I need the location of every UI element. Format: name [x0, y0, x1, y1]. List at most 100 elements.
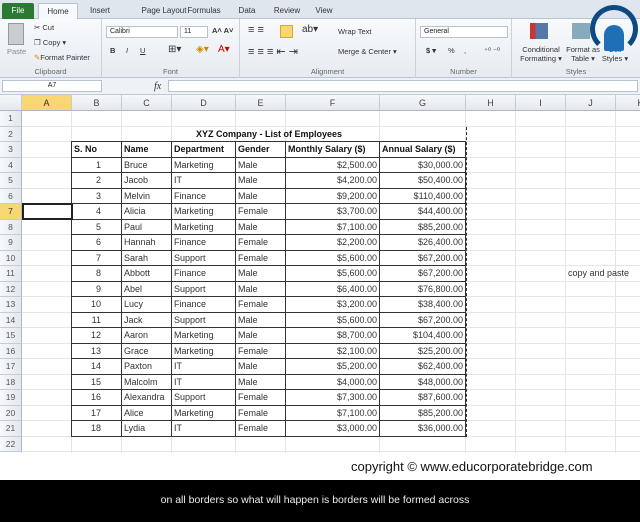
- bold-button[interactable]: B: [110, 46, 115, 55]
- table-cell[interactable]: $2,200.00: [285, 234, 380, 251]
- header-cell[interactable]: Annual Salary ($): [379, 141, 466, 158]
- row-header-19[interactable]: 19: [0, 390, 22, 406]
- column-header-C[interactable]: C: [122, 95, 172, 111]
- table-cell[interactable]: IT: [171, 358, 236, 375]
- table-cell[interactable]: Female: [235, 203, 286, 220]
- table-cell[interactable]: 10: [71, 296, 122, 313]
- table-cell[interactable]: Female: [235, 296, 286, 313]
- table-cell[interactable]: 14: [71, 358, 122, 375]
- table-cell[interactable]: $7,100.00: [285, 404, 380, 421]
- table-cell[interactable]: $9,200.00: [285, 187, 380, 204]
- table-cell[interactable]: Marketing: [171, 327, 236, 344]
- cut-button[interactable]: ✂ Cut: [34, 23, 54, 32]
- row-header-4[interactable]: 4: [0, 157, 22, 173]
- row-header-21[interactable]: 21: [0, 421, 22, 437]
- tab-file[interactable]: File: [2, 3, 34, 19]
- table-cell[interactable]: Bruce: [121, 156, 172, 173]
- table-cell[interactable]: Male: [235, 280, 286, 297]
- table-cell[interactable]: IT: [171, 373, 236, 390]
- table-cell[interactable]: Female: [235, 420, 286, 437]
- column-header-H[interactable]: H: [466, 95, 516, 111]
- table-cell[interactable]: $36,000.00: [379, 420, 466, 437]
- table-cell[interactable]: Paul: [121, 218, 172, 235]
- font-name-select[interactable]: Calibri: [106, 26, 178, 38]
- currency-button[interactable]: $ ▾: [426, 46, 436, 55]
- column-header-E[interactable]: E: [236, 95, 286, 111]
- row-header-12[interactable]: 12: [0, 281, 22, 297]
- table-cell[interactable]: Male: [235, 358, 286, 375]
- table-cell[interactable]: 6: [71, 234, 122, 251]
- underline-button[interactable]: U: [140, 46, 145, 55]
- column-header-D[interactable]: D: [172, 95, 236, 111]
- table-cell[interactable]: 8: [71, 265, 122, 282]
- note-cell[interactable]: copy and paste: [566, 266, 640, 282]
- spreadsheet-grid[interactable]: ABCDEFGHIJK12345678910111213141516171819…: [0, 95, 640, 453]
- table-cell[interactable]: $50,400.00: [379, 172, 466, 189]
- table-cell[interactable]: $4,200.00: [285, 172, 380, 189]
- wrap-text-button[interactable]: Wrap Text: [338, 27, 372, 36]
- table-cell[interactable]: Marketing: [171, 404, 236, 421]
- table-cell[interactable]: $2,500.00: [285, 156, 380, 173]
- table-cell[interactable]: $110,400.00: [379, 187, 466, 204]
- table-cell[interactable]: Support: [171, 311, 236, 328]
- table-cell[interactable]: $3,000.00: [285, 420, 380, 437]
- table-cell[interactable]: $67,200.00: [379, 311, 466, 328]
- tab-formulas[interactable]: Formulas: [180, 3, 228, 19]
- row-header-7[interactable]: 7: [0, 204, 22, 220]
- merge-center-button[interactable]: Merge & Center ▾: [338, 47, 397, 56]
- italic-button[interactable]: I: [126, 46, 128, 55]
- table-cell[interactable]: $3,200.00: [285, 296, 380, 313]
- tab-home[interactable]: Home: [38, 3, 78, 19]
- row-header-16[interactable]: 16: [0, 343, 22, 359]
- header-cell[interactable]: S. No: [71, 141, 122, 158]
- column-header-K[interactable]: K: [616, 95, 640, 111]
- row-header-6[interactable]: 6: [0, 188, 22, 204]
- table-cell[interactable]: Lucy: [121, 296, 172, 313]
- table-cell[interactable]: $104,400.00: [379, 327, 466, 344]
- table-cell[interactable]: IT: [171, 420, 236, 437]
- conditional-formatting-button[interactable]: Conditional Formatting ▾: [516, 45, 566, 63]
- column-header-B[interactable]: B: [72, 95, 122, 111]
- table-cell[interactable]: 9: [71, 280, 122, 297]
- table-cell[interactable]: $5,600.00: [285, 249, 380, 266]
- row-header-8[interactable]: 8: [0, 219, 22, 235]
- tab-view[interactable]: View: [308, 3, 340, 19]
- table-cell[interactable]: 2: [71, 172, 122, 189]
- table-cell[interactable]: $2,100.00: [285, 342, 380, 359]
- table-cell[interactable]: Aaron: [121, 327, 172, 344]
- column-header-A[interactable]: A: [22, 95, 72, 111]
- table-cell[interactable]: 4: [71, 203, 122, 220]
- row-header-10[interactable]: 10: [0, 250, 22, 266]
- table-cell[interactable]: Malcolm: [121, 373, 172, 390]
- table-cell[interactable]: $85,200.00: [379, 218, 466, 235]
- table-cell[interactable]: Lydia: [121, 420, 172, 437]
- column-header-J[interactable]: J: [566, 95, 616, 111]
- table-cell[interactable]: Abel: [121, 280, 172, 297]
- row-header-9[interactable]: 9: [0, 235, 22, 251]
- number-format-select[interactable]: General: [420, 26, 508, 38]
- table-cell[interactable]: $8,700.00: [285, 327, 380, 344]
- table-cell[interactable]: 12: [71, 327, 122, 344]
- paste-button[interactable]: Paste: [7, 47, 26, 56]
- copy-button[interactable]: ❐ Copy ▾: [34, 38, 66, 47]
- table-cell[interactable]: Paxton: [121, 358, 172, 375]
- table-cell[interactable]: Male: [235, 172, 286, 189]
- table-cell[interactable]: Male: [235, 218, 286, 235]
- table-cell[interactable]: $25,200.00: [379, 342, 466, 359]
- format-as-table-button[interactable]: Format as Table ▾: [566, 45, 600, 63]
- table-cell[interactable]: Marketing: [171, 342, 236, 359]
- table-cell[interactable]: Female: [235, 234, 286, 251]
- grow-font-icon[interactable]: A˄ A˅: [212, 26, 233, 35]
- table-cell[interactable]: 11: [71, 311, 122, 328]
- table-cell[interactable]: Male: [235, 311, 286, 328]
- table-cell[interactable]: 5: [71, 218, 122, 235]
- table-cell[interactable]: Alice: [121, 404, 172, 421]
- table-cell[interactable]: Marketing: [171, 203, 236, 220]
- font-color-icon[interactable]: A▾: [218, 44, 230, 55]
- column-header-F[interactable]: F: [286, 95, 380, 111]
- borders-icon[interactable]: ⊞▾: [168, 44, 181, 55]
- tab-review[interactable]: Review: [268, 3, 306, 19]
- table-cell[interactable]: 16: [71, 389, 122, 406]
- header-cell[interactable]: Department: [171, 141, 236, 158]
- orientation-icon[interactable]: ab▾: [302, 24, 318, 35]
